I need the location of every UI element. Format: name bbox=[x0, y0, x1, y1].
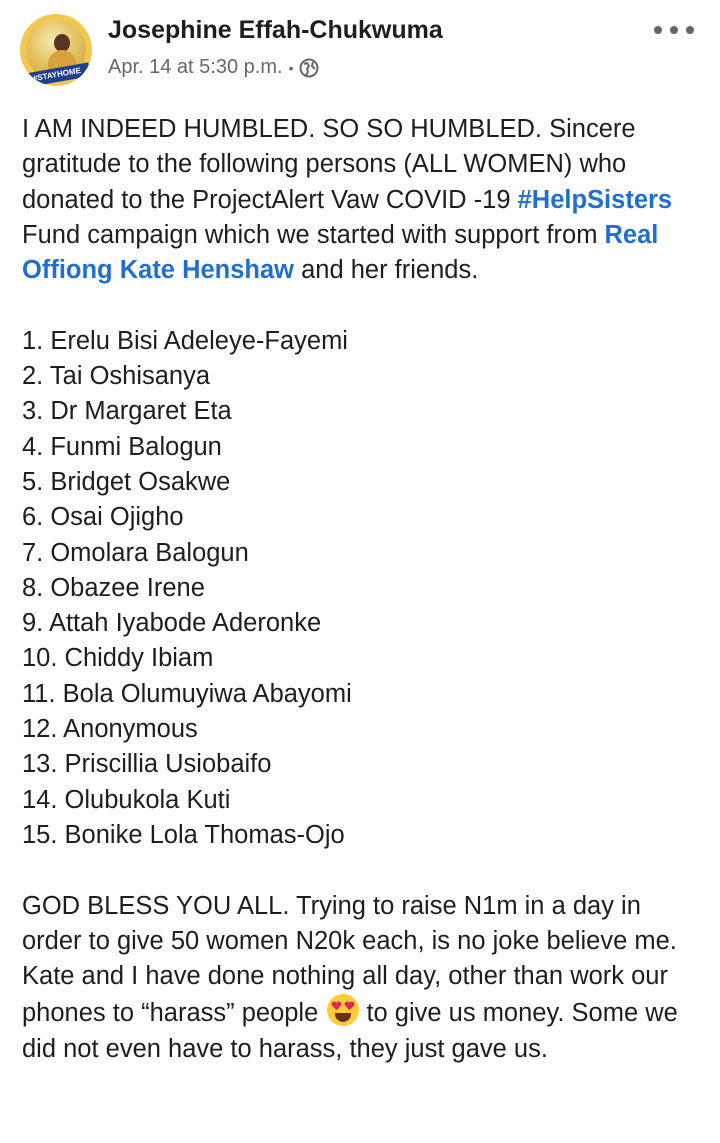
list-item: 7. Omolara Balogun bbox=[22, 538, 249, 567]
list-item: 13. Priscillia Usiobaifo bbox=[22, 750, 272, 779]
post-body: I AM INDEED HUMBLED. SO SO HUMBLED. Sinc… bbox=[22, 112, 702, 1067]
intro-text-2: Fund campaign which we started with supp… bbox=[22, 220, 605, 249]
post-timestamp[interactable]: Apr. 14 at 5:30 p.m. bbox=[108, 56, 283, 79]
donor-list: 1. Erelu Bisi Adeleye-Fayemi 2. Tai Oshi… bbox=[22, 324, 702, 853]
post-header: #STAYHOME Josephine Effah-Chukwuma Apr. … bbox=[0, 0, 720, 92]
list-item: 1. Erelu Bisi Adeleye-Fayemi bbox=[22, 326, 348, 355]
list-item: 14. Olubukola Kuti bbox=[22, 785, 231, 814]
list-item: 4. Funmi Balogun bbox=[22, 432, 222, 461]
globe-icon[interactable] bbox=[299, 58, 319, 78]
closing-paragraph: GOD BLESS YOU ALL. Trying to raise N1m i… bbox=[22, 889, 702, 1067]
facebook-post: #STAYHOME Josephine Effah-Chukwuma Apr. … bbox=[0, 0, 720, 1143]
list-item: 11. Bola Olumuyiwa Abayomi bbox=[22, 679, 352, 708]
list-item: 6. Osai Ojigho bbox=[22, 503, 184, 532]
list-item: 8. Obazee Irene bbox=[22, 573, 205, 602]
list-item: 9. Attah Iyabode Aderonke bbox=[22, 609, 322, 638]
intro-text-3: and her friends. bbox=[294, 256, 479, 285]
more-options-icon[interactable] bbox=[654, 20, 694, 40]
intro-paragraph: I AM INDEED HUMBLED. SO SO HUMBLED. Sinc… bbox=[22, 112, 702, 288]
heart-eyes-emoji-icon bbox=[327, 994, 360, 1027]
list-item: 5. Bridget Osakwe bbox=[22, 467, 231, 496]
list-item: 2. Tai Oshisanya bbox=[22, 362, 211, 391]
list-item: 3. Dr Margaret Eta bbox=[22, 397, 232, 426]
list-item: 12. Anonymous bbox=[22, 715, 198, 744]
list-item: 15. Bonike Lola Thomas-Ojo bbox=[22, 820, 345, 849]
post-meta: Apr. 14 at 5:30 p.m. • bbox=[108, 56, 319, 79]
author-name[interactable]: Josephine Effah-Chukwuma bbox=[108, 16, 443, 45]
author-avatar[interactable]: #STAYHOME bbox=[20, 14, 92, 86]
meta-separator: • bbox=[288, 59, 294, 76]
list-item: 10. Chiddy Ibiam bbox=[22, 644, 214, 673]
hashtag-link[interactable]: #HelpSisters bbox=[518, 186, 673, 214]
